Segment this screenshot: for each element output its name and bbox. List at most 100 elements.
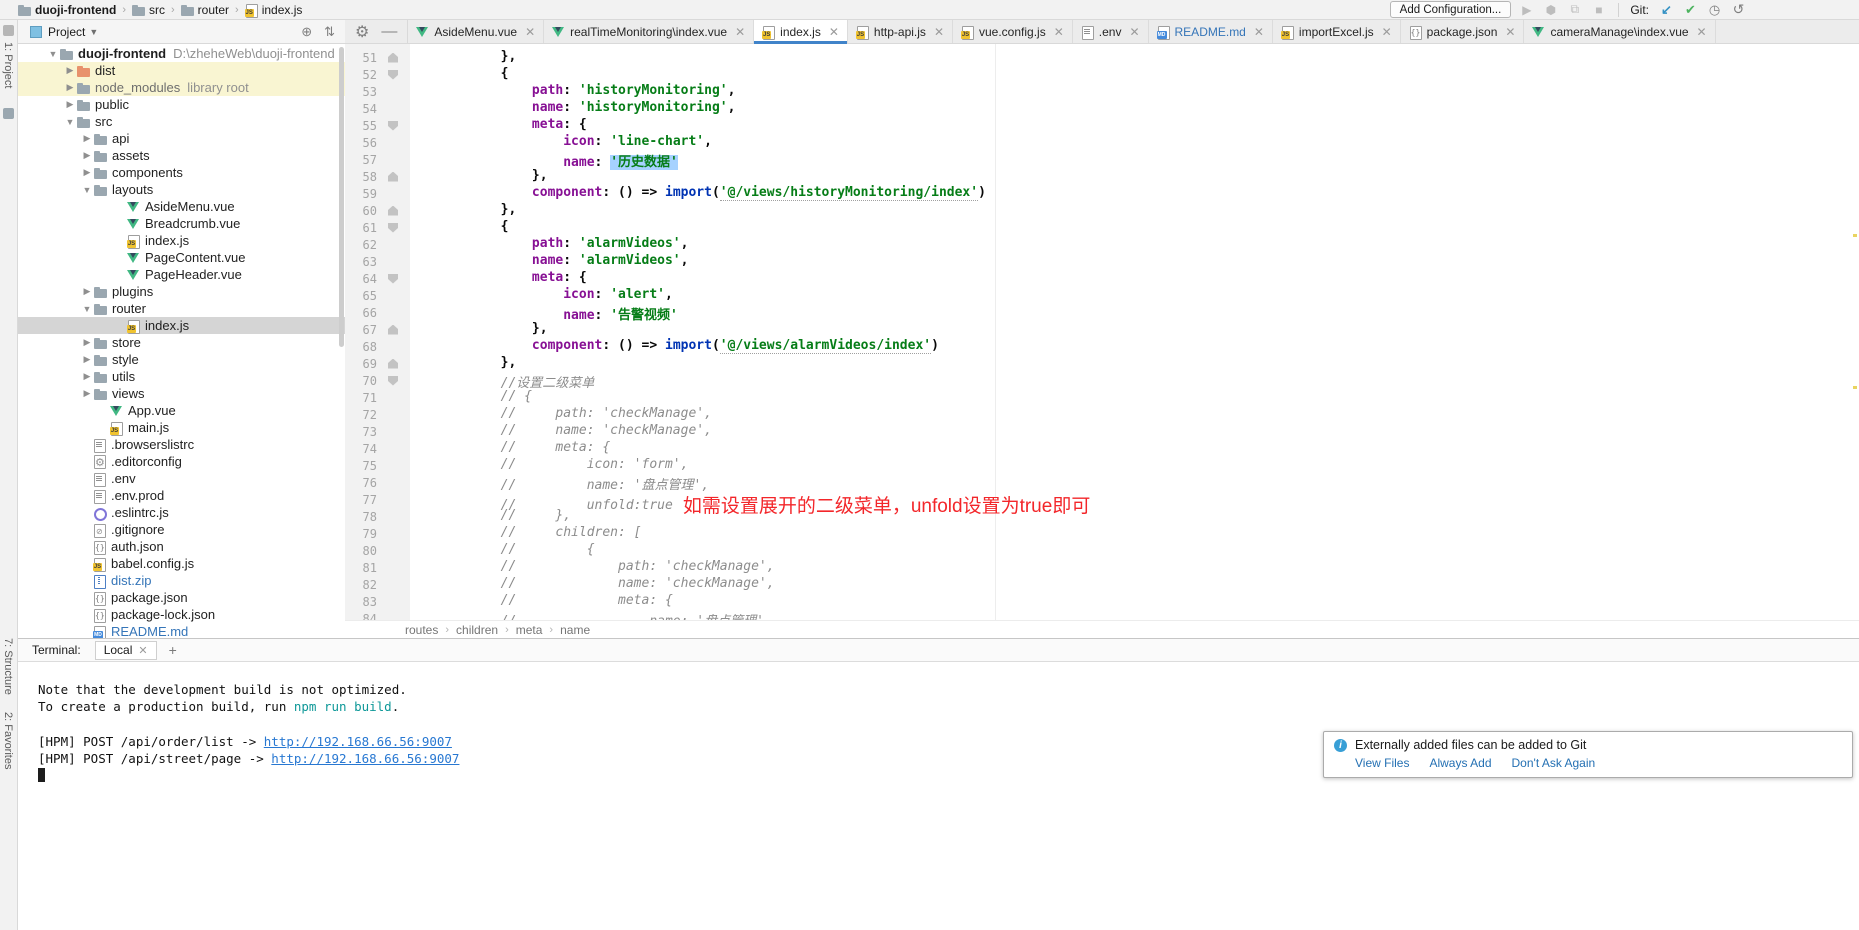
- code-editor[interactable]: 5152535455565758596061626364656667686970…: [345, 44, 1859, 620]
- tree-item-layouts[interactable]: ▼layouts: [18, 181, 345, 198]
- terminal-link[interactable]: http://192.168.66.56:9007: [271, 751, 459, 766]
- close-icon[interactable]: ✕: [934, 25, 944, 39]
- git-update-icon[interactable]: ↙: [1658, 1, 1675, 18]
- fold-marker-icon[interactable]: [388, 53, 398, 63]
- chevron-down-icon[interactable]: ▼: [46, 49, 60, 59]
- tree-item-utils[interactable]: ▶utils: [18, 368, 345, 385]
- tab-importexcel-js[interactable]: importExcel.js✕: [1273, 20, 1401, 43]
- tree-item-components[interactable]: ▶components: [18, 164, 345, 181]
- close-icon[interactable]: ✕: [525, 25, 535, 39]
- tree-item-breadcrumb-vue[interactable]: Breadcrumb.vue: [18, 215, 345, 232]
- tree-item--browserslistrc[interactable]: .browserslistrc: [18, 436, 345, 453]
- chevron-right-icon[interactable]: ▶: [80, 388, 94, 399]
- tab-vue-config-js[interactable]: vue.config.js✕: [953, 20, 1073, 43]
- tree-item-api[interactable]: ▶api: [18, 130, 345, 147]
- tab-cameramanage-index-vue[interactable]: cameraManage\index.vue✕: [1524, 20, 1715, 43]
- chevron-right-icon[interactable]: ▶: [80, 286, 94, 297]
- tab-readme-md[interactable]: README.md✕: [1149, 20, 1273, 43]
- git-history-clock-icon[interactable]: ◷: [1706, 1, 1723, 18]
- fold-marker-icon[interactable]: [388, 206, 398, 216]
- stop-icon[interactable]: ■: [1590, 1, 1607, 18]
- tab-http-api-js[interactable]: http-api.js✕: [848, 20, 953, 43]
- chevron-down-icon[interactable]: ▼: [63, 117, 77, 127]
- tree-item--gitignore[interactable]: .gitignore: [18, 521, 345, 538]
- chevron-right-icon[interactable]: ▶: [63, 65, 77, 76]
- chevron-right-icon[interactable]: ▶: [80, 133, 94, 144]
- tab--env[interactable]: .env✕: [1073, 20, 1149, 43]
- tree-item-main-js[interactable]: main.js: [18, 419, 345, 436]
- tree-item-pagecontent-vue[interactable]: PageContent.vue: [18, 249, 345, 266]
- tree-item-package-json[interactable]: package.json: [18, 589, 345, 606]
- chevron-right-icon[interactable]: ▶: [80, 371, 94, 382]
- fold-marker-icon[interactable]: [388, 223, 398, 233]
- stripe-project-button[interactable]: 1: Project: [2, 42, 14, 88]
- chevron-down-icon[interactable]: ▼: [80, 304, 94, 314]
- hide-panel-icon[interactable]: —: [381, 23, 397, 41]
- tree-item-views[interactable]: ▶views: [18, 385, 345, 402]
- tab-realtimemonitoring-index-vue[interactable]: realTimeMonitoring\index.vue✕: [544, 20, 754, 43]
- tree-item-public[interactable]: ▶public: [18, 96, 345, 113]
- close-icon[interactable]: ✕: [735, 25, 745, 39]
- tree-item-store[interactable]: ▶store: [18, 334, 345, 351]
- tree-item-auth-json[interactable]: auth.json: [18, 538, 345, 555]
- always-add-link[interactable]: Always Add: [1429, 756, 1491, 770]
- fold-marker-icon[interactable]: [388, 359, 398, 369]
- dont-ask-again-link[interactable]: Don't Ask Again: [1512, 756, 1596, 770]
- tree-item--editorconfig[interactable]: .editorconfig: [18, 453, 345, 470]
- close-icon[interactable]: ✕: [1697, 25, 1707, 39]
- tree-item-assets[interactable]: ▶assets: [18, 147, 345, 164]
- tree-scrollbar[interactable]: [339, 47, 344, 347]
- tab-asidemenu-vue[interactable]: AsideMenu.vue✕: [408, 20, 544, 43]
- new-terminal-icon[interactable]: +: [169, 642, 177, 658]
- terminal-tab-local[interactable]: Local ✕: [95, 641, 157, 660]
- fold-marker-icon[interactable]: [388, 274, 398, 284]
- breadcrumb-item[interactable]: src: [132, 3, 165, 17]
- tree-item-node-modules[interactable]: ▶node_moduleslibrary root: [18, 79, 345, 96]
- fold-marker-icon[interactable]: [388, 121, 398, 131]
- collapse-all-icon[interactable]: ⇅: [324, 24, 335, 40]
- breadcrumb-item[interactable]: duoji-frontend: [18, 3, 116, 17]
- tree-item-style[interactable]: ▶style: [18, 351, 345, 368]
- tree-item-readme-md[interactable]: README.md: [18, 623, 345, 638]
- tab-index-js[interactable]: index.js✕: [754, 20, 848, 43]
- close-icon[interactable]: ✕: [1382, 25, 1392, 39]
- tree-item-pageheader-vue[interactable]: PageHeader.vue: [18, 266, 345, 283]
- close-icon[interactable]: ✕: [1129, 25, 1139, 39]
- chevron-right-icon[interactable]: ▶: [80, 337, 94, 348]
- code-breadcrumb-item[interactable]: children: [456, 623, 498, 637]
- chevron-down-icon[interactable]: ▼: [89, 27, 98, 37]
- tree-item-index-js[interactable]: index.js: [18, 317, 345, 334]
- tree-item-package-lock-json[interactable]: package-lock.json: [18, 606, 345, 623]
- tree-item--eslintrc-js[interactable]: .eslintrc.js: [18, 504, 345, 521]
- close-icon[interactable]: ✕: [1254, 25, 1264, 39]
- tree-item-dist[interactable]: ▶dist: [18, 62, 345, 79]
- stripe-structure-button[interactable]: 7: Structure: [2, 638, 14, 695]
- fold-marker-icon[interactable]: [388, 172, 398, 182]
- error-stripe-mark[interactable]: [1853, 234, 1857, 237]
- chevron-right-icon[interactable]: ▶: [80, 354, 94, 365]
- chevron-right-icon[interactable]: ▶: [80, 150, 94, 161]
- tree-item--env-prod[interactable]: .env.prod: [18, 487, 345, 504]
- close-icon[interactable]: ✕: [138, 644, 147, 657]
- tree-item-router[interactable]: ▼router: [18, 300, 345, 317]
- tree-item-index-js[interactable]: index.js: [18, 232, 345, 249]
- error-stripe-mark[interactable]: [1853, 386, 1857, 389]
- stripe-favorites-button[interactable]: 2: Favorites: [2, 712, 14, 769]
- close-icon[interactable]: ✕: [1054, 25, 1064, 39]
- project-folder-icon[interactable]: [3, 108, 14, 119]
- run-coverage-icon[interactable]: ⧉: [1566, 1, 1583, 18]
- tab-package-json[interactable]: package.json✕: [1401, 20, 1525, 43]
- fold-marker-icon[interactable]: [388, 325, 398, 335]
- close-icon[interactable]: ✕: [1505, 25, 1515, 39]
- git-rollback-icon[interactable]: ↺: [1730, 1, 1747, 18]
- breadcrumb-item[interactable]: router: [181, 3, 229, 17]
- chevron-down-icon[interactable]: ▼: [80, 185, 94, 195]
- tree-item--env[interactable]: .env: [18, 470, 345, 487]
- debug-bug-icon[interactable]: ⬢: [1542, 1, 1559, 18]
- gear-icon[interactable]: ⚙: [355, 22, 369, 42]
- tree-item-plugins[interactable]: ▶plugins: [18, 283, 345, 300]
- tree-item-app-vue[interactable]: App.vue: [18, 402, 345, 419]
- breadcrumb-item[interactable]: index.js: [245, 3, 303, 17]
- close-icon[interactable]: ✕: [829, 25, 839, 39]
- view-files-link[interactable]: View Files: [1355, 756, 1409, 770]
